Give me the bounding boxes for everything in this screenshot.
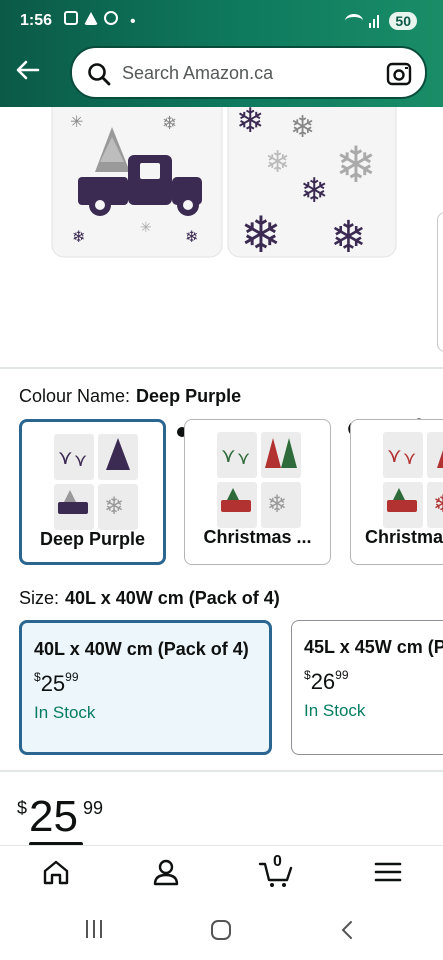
svg-text:⋎: ⋎: [387, 445, 402, 467]
colour-option-christmas-2[interactable]: ⋎⋎ ❄ Christma: [350, 419, 443, 565]
status-right: 50: [345, 12, 417, 30]
whatsapp-icon: [104, 11, 118, 25]
account-icon[interactable]: [151, 856, 181, 888]
system-navigation-bar: [0, 900, 443, 960]
colour-selected-value: Deep Purple: [136, 386, 242, 406]
more-notifications-dot: •: [130, 13, 136, 30]
product-page: 1:56 • 50 Search Amazon.ca ✳ ❄ ❄ ❄ ✳ ❄ ❄…: [0, 0, 443, 960]
home-button[interactable]: [211, 920, 231, 940]
size-option-40[interactable]: 40L x 40W cm (Pack of 4) $2599 In Stock: [19, 620, 272, 755]
colour-option-christmas[interactable]: ⋎ ⋎ ❄ Christmas ...: [184, 419, 331, 565]
menu-icon[interactable]: [373, 856, 403, 888]
svg-text:❄: ❄: [300, 172, 329, 210]
price-whole: 25: [29, 792, 78, 841]
svg-text:❄: ❄: [265, 146, 290, 179]
svg-text:❄: ❄: [433, 491, 443, 518]
system-back-button[interactable]: [336, 919, 358, 941]
svg-text:❄: ❄: [162, 113, 177, 133]
size-option-price: $2599: [34, 670, 79, 696]
search-icon: [88, 63, 111, 86]
cart-button[interactable]: 0: [258, 853, 294, 888]
search-input[interactable]: [122, 58, 372, 88]
svg-text:❄: ❄: [236, 107, 265, 140]
size-option-name: 40L x 40W cm (Pack of 4): [34, 639, 249, 659]
back-arrow-icon[interactable]: [14, 56, 42, 84]
product-image-gallery[interactable]: ✳ ❄ ❄ ❄ ✳ ❄ ❄ ❄ ❄ ❄ ❄ ❄: [0, 107, 443, 446]
svg-text:✳: ✳: [140, 219, 152, 235]
bottom-nav: 0: [0, 845, 443, 900]
size-option-stock: In Stock: [304, 701, 366, 720]
svg-text:❄: ❄: [104, 493, 124, 520]
section-divider: [0, 367, 443, 369]
alert-icon: [84, 11, 98, 25]
colour-option-deep-purple[interactable]: ⋎ ⋎ ❄ Deep Purple: [19, 419, 166, 565]
svg-text:⋎: ⋎: [237, 448, 250, 468]
svg-text:⋎: ⋎: [403, 448, 416, 468]
search-box[interactable]: [70, 46, 427, 99]
wifi-icon: [345, 14, 364, 28]
screenshot-icon: [64, 11, 78, 25]
svg-text:❄: ❄: [330, 213, 367, 262]
size-option-price: $2699: [304, 668, 349, 694]
svg-text:⋎: ⋎: [74, 450, 87, 470]
size-option-45[interactable]: 45L x 45W cm (Pack of 4) $2699 In Stock: [291, 620, 443, 755]
size-label: Size:: [19, 588, 60, 608]
section-divider: [0, 770, 443, 772]
colour-thumbnail: ⋎⋎ ❄: [217, 432, 301, 528]
home-icon[interactable]: [41, 856, 71, 888]
svg-text:❄: ❄: [290, 111, 315, 144]
colour-thumbnail: ⋎⋎ ❄: [54, 434, 138, 530]
svg-text:❄: ❄: [267, 491, 287, 518]
colour-name-row: Colour Name: Deep Purple: [19, 386, 241, 407]
size-row: Size: 40L x 40W cm (Pack of 4): [19, 588, 280, 609]
price-cents: 99: [83, 798, 104, 818]
price-currency: $: [17, 798, 28, 818]
status-bar: 1:56 • 50: [0, 0, 443, 42]
svg-text:⋎: ⋎: [221, 445, 236, 467]
colour-option-label: Christma: [365, 527, 443, 547]
svg-text:✳: ✳: [70, 114, 83, 131]
svg-text:❄: ❄: [335, 137, 377, 193]
status-time: 1:56: [20, 12, 53, 29]
recent-apps-button[interactable]: [86, 920, 102, 938]
size-selected-value: 40L x 40W cm (Pack of 4): [65, 588, 280, 608]
product-image[interactable]: ✳ ❄ ❄ ❄ ✳ ❄ ❄ ❄ ❄ ❄ ❄ ❄: [0, 107, 443, 287]
header-bar: 1:56 • 50: [0, 0, 443, 107]
svg-text:❄: ❄: [72, 229, 85, 246]
size-option-name: 45L x 45W cm (Pack of 4): [304, 637, 443, 657]
colour-option-label: Deep Purple: [39, 529, 146, 549]
notification-icons: [64, 11, 118, 25]
cart-count: 0: [273, 853, 282, 870]
svg-text:❄: ❄: [240, 207, 282, 263]
size-option-stock: In Stock: [34, 703, 96, 722]
colour-option-label: Christmas ...: [203, 527, 312, 547]
colour-thumbnail: ⋎⋎ ❄: [383, 432, 443, 528]
colour-label: Colour Name:: [19, 386, 131, 406]
svg-text:⋎: ⋎: [58, 447, 73, 469]
side-panel-edge[interactable]: [437, 212, 443, 352]
camera-search-icon[interactable]: [385, 60, 413, 88]
svg-text:❄: ❄: [185, 229, 198, 246]
signal-icon: [369, 14, 383, 28]
battery-indicator: 50: [389, 12, 417, 30]
